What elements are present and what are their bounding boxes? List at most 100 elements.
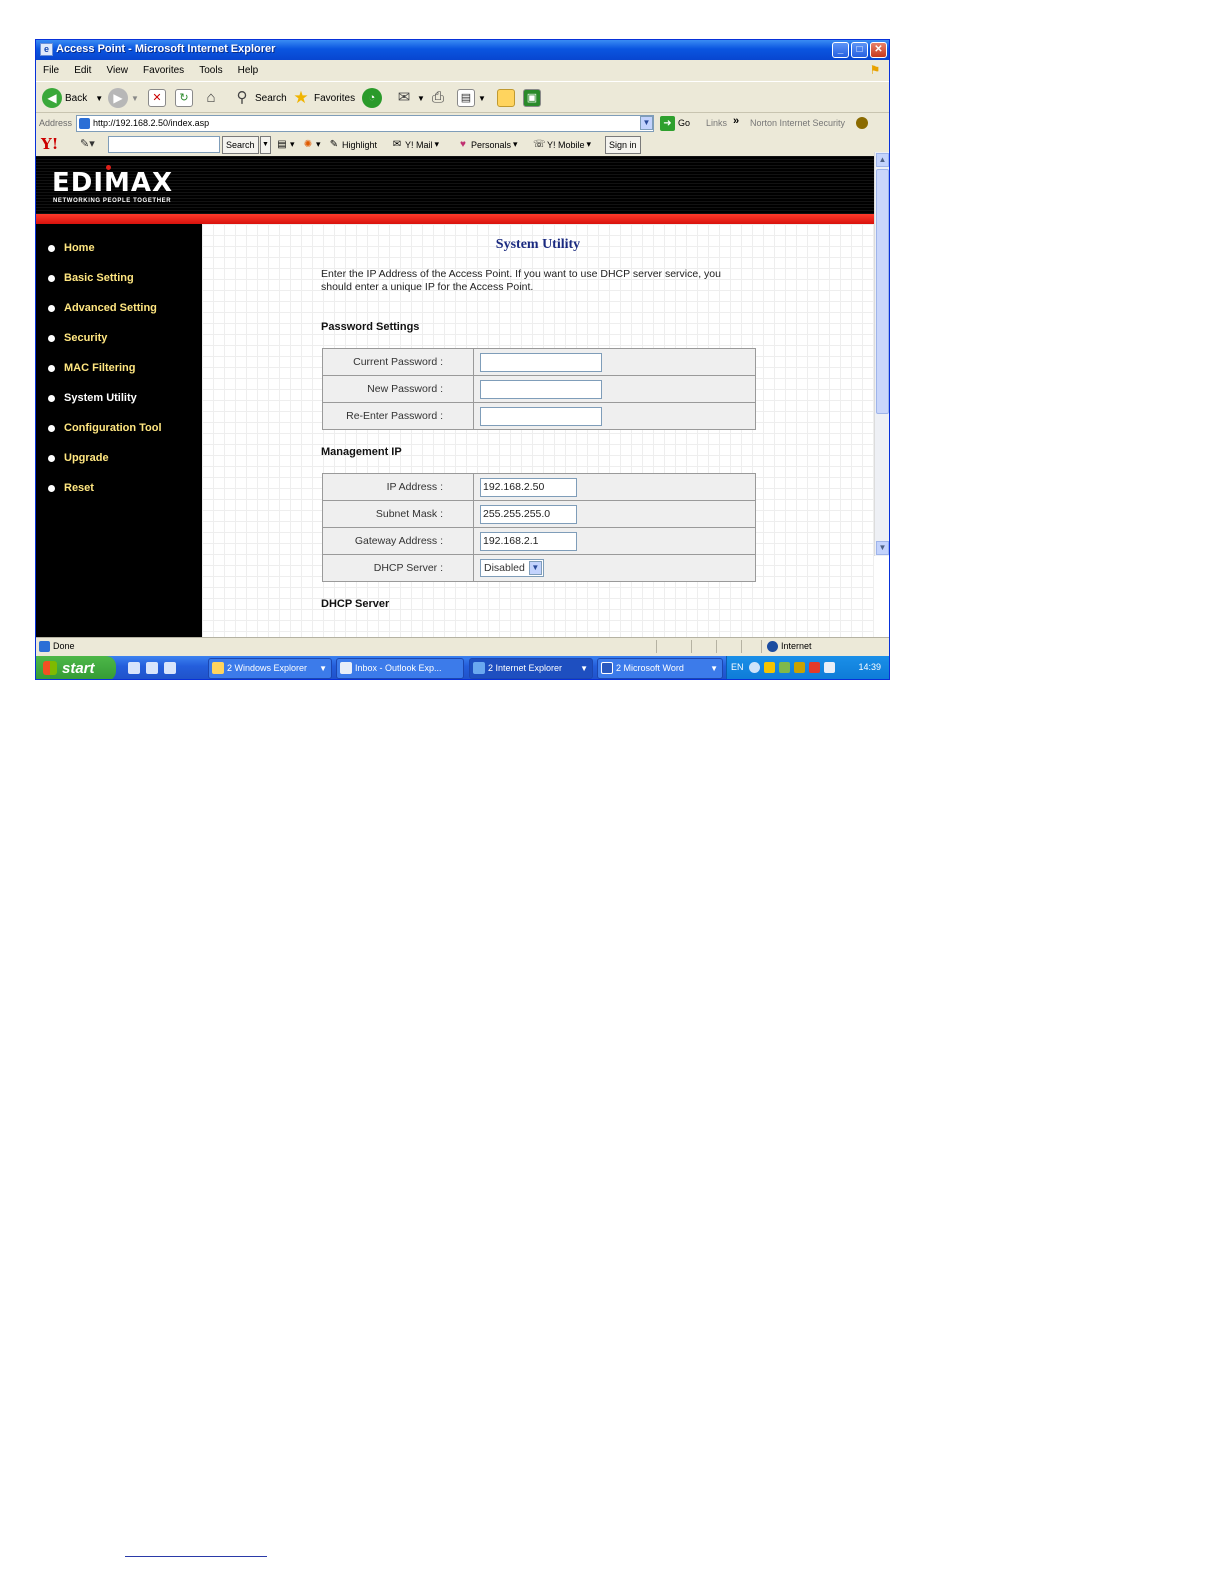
scroll-up-icon[interactable]: ▲ (876, 153, 889, 167)
folder-button[interactable] (497, 87, 518, 109)
start-button[interactable]: start (36, 656, 116, 679)
tray-network-icon[interactable] (749, 662, 760, 673)
tray-warning-icon[interactable] (764, 662, 775, 673)
menu-tools[interactable]: Tools (199, 61, 222, 80)
tray-norton-icon[interactable] (794, 662, 805, 673)
close-button[interactable]: ✕ (870, 42, 887, 58)
norton-icon[interactable] (856, 117, 868, 129)
menu-edit[interactable]: Edit (74, 61, 91, 80)
sidebar-item-configuration-tool[interactable]: Configuration Tool (48, 420, 162, 436)
edimax-header: EDIMAX NETWORKING PEOPLE TOGETHER (36, 156, 889, 214)
gateway-address-input[interactable]: 192.168.2.1 (480, 531, 577, 551)
title-bar[interactable]: e Access Point - Microsoft Internet Expl… (36, 40, 889, 60)
personals-button[interactable]: ♥ Personals ▾ (457, 139, 518, 150)
bullet-icon (48, 424, 55, 432)
task-microsoft-word[interactable]: 2 Microsoft Word ▼ (597, 658, 723, 679)
ip-address-input[interactable]: 192.168.2.50 (480, 477, 577, 497)
sidebar-item-security[interactable]: Security (48, 330, 107, 346)
scroll-thumb[interactable] (876, 169, 889, 414)
logo-dot-icon (106, 165, 111, 170)
yahoo-sun-button[interactable]: ✺ ▾ (302, 139, 321, 150)
back-button[interactable]: ◀ Back ▼ (42, 87, 103, 109)
quicklaunch-ie-icon[interactable] (146, 662, 158, 674)
yahoo-search-dropdown-icon[interactable]: ▼ (260, 136, 271, 154)
minimize-button[interactable]: _ (832, 42, 849, 58)
favorites-button[interactable]: ★ Favorites (291, 87, 355, 109)
links-chevron-icon[interactable]: » (733, 115, 739, 127)
tray-security-icon[interactable] (809, 662, 820, 673)
password-settings-table: Current Password : New Password : Re-Ent… (322, 348, 756, 430)
quicklaunch-desktop-icon[interactable] (164, 662, 176, 674)
status-divider (761, 640, 762, 653)
sidebar-item-label: Configuration Tool (64, 422, 162, 434)
address-dropdown-icon[interactable]: ▼ (640, 116, 653, 130)
sidebar-item-label: Basic Setting (64, 272, 134, 284)
reenter-password-label: Re-Enter Password : (322, 402, 474, 430)
yahoo-mail-button[interactable]: ✉ Y! Mail ▾ (391, 139, 439, 150)
search-button[interactable]: ⚲ Search (232, 87, 287, 109)
sidebar-item-basic-setting[interactable]: Basic Setting (48, 270, 134, 286)
address-bar: Address http://192.168.2.50/index.asp ▼ … (36, 114, 889, 134)
yahoo-mobile-button[interactable]: ☏ Y! Mobile ▾ (533, 139, 591, 150)
sidebar-item-label: Home (64, 242, 95, 254)
standard-toolbar: ◀ Back ▼ ▶ ▼ ✕ ↻ ⌂ ⚲ Search ★ Favorites … (36, 81, 889, 113)
yahoo-search-button[interactable]: Search (222, 136, 259, 154)
favorites-label: Favorites (314, 92, 356, 104)
print-button[interactable]: ⎙ (428, 87, 451, 109)
sidebar-item-mac-filtering[interactable]: MAC Filtering (48, 360, 136, 376)
page-title: System Utility (495, 237, 581, 252)
edit-button[interactable]: ▤ ▼ (457, 87, 486, 109)
sidebar-item-advanced-setting[interactable]: Advanced Setting (48, 300, 157, 316)
home-icon: ⌂ (206, 89, 216, 106)
task-outlook-express[interactable]: Inbox - Outlook Exp... (336, 658, 464, 679)
yahoo-search-input[interactable] (108, 136, 220, 153)
current-password-input[interactable] (480, 352, 602, 372)
quicklaunch-outlook-icon[interactable] (128, 662, 140, 674)
yahoo-pen-icon[interactable]: ✎▾ (80, 137, 95, 150)
history-button[interactable]: ◔ (362, 87, 385, 109)
new-password-input[interactable] (480, 379, 602, 399)
sidebar-item-home[interactable]: Home (48, 240, 95, 256)
sign-in-button[interactable]: Sign in (605, 136, 641, 154)
password-settings-heading: Password Settings (321, 321, 420, 333)
menu-view[interactable]: View (106, 61, 128, 80)
task-internet-explorer[interactable]: 2 Internet Explorer ▼ (469, 658, 593, 679)
language-indicator[interactable]: EN (731, 662, 744, 672)
mail-button[interactable]: ✉ ▼ (394, 87, 425, 109)
sidebar-item-label: Reset (64, 482, 94, 494)
table-row: Current Password : (322, 348, 756, 376)
sidebar-item-system-utility[interactable]: System Utility (48, 390, 137, 406)
folder-icon (497, 89, 515, 107)
yahoo-bookmarks-button[interactable]: ▤ ▾ (276, 139, 294, 150)
links-label[interactable]: Links (706, 118, 727, 128)
home-button[interactable]: ⌂ (201, 87, 224, 109)
menu-favorites[interactable]: Favorites (143, 61, 184, 80)
forward-button[interactable]: ▶ ▼ (108, 87, 139, 109)
highlight-button[interactable]: ✎ Highlight (328, 139, 377, 150)
reenter-password-input[interactable] (480, 406, 602, 426)
go-button[interactable]: Go (678, 118, 690, 128)
folder-icon (212, 662, 224, 674)
address-input[interactable]: http://192.168.2.50/index.asp (76, 115, 654, 132)
dhcp-server-select[interactable]: Disabled ▼ (480, 559, 544, 577)
stop-button[interactable]: ✕ (148, 87, 169, 109)
norton-label[interactable]: Norton Internet Security (750, 118, 845, 128)
messenger-button[interactable]: ▣ (523, 87, 544, 109)
zone-text: Internet (781, 641, 812, 651)
bookmarks-icon: ▤ (277, 139, 287, 150)
tray-volume-icon[interactable] (824, 662, 835, 673)
table-row: IP Address : 192.168.2.50 (322, 473, 756, 501)
menu-file[interactable]: File (43, 61, 59, 80)
maximize-button[interactable]: □ (851, 42, 868, 58)
sidebar-item-reset[interactable]: Reset (48, 480, 94, 496)
page-scrollbar[interactable]: ▲ ▼ (874, 152, 889, 556)
task-windows-explorer[interactable]: 2 Windows Explorer ▼ (208, 658, 332, 679)
subnet-mask-input[interactable]: 255.255.255.0 (480, 504, 577, 524)
scroll-down-icon[interactable]: ▼ (876, 541, 889, 555)
refresh-button[interactable]: ↻ (175, 87, 196, 109)
sidebar-item-upgrade[interactable]: Upgrade (48, 450, 109, 466)
yahoo-logo[interactable]: Y! (41, 135, 58, 153)
tray-app-icon[interactable] (779, 662, 790, 673)
go-arrow-icon[interactable]: ➜ (660, 116, 675, 131)
menu-help[interactable]: Help (238, 61, 259, 80)
